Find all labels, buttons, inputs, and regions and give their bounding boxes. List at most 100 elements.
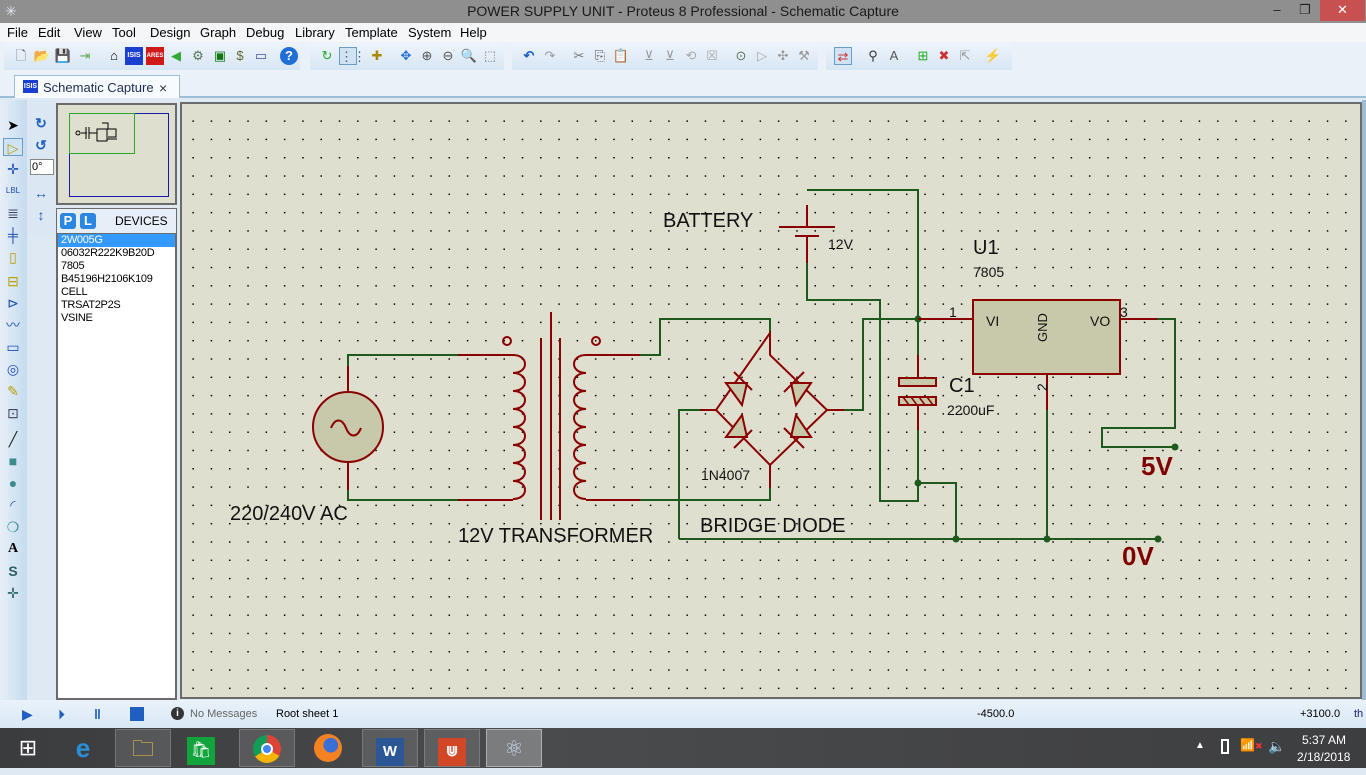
menu-help[interactable]: Help xyxy=(460,25,487,40)
library-manager-button[interactable]: L xyxy=(80,213,96,229)
wire-autorouter-icon[interactable]: ⇄ xyxy=(834,47,852,65)
component-mode-icon[interactable]: ▷ xyxy=(3,138,23,156)
acrobat-icon[interactable]: ⋓ xyxy=(438,738,466,766)
decompose-icon[interactable]: ⚒ xyxy=(795,47,813,65)
redo-icon[interactable]: ↷ xyxy=(541,47,559,65)
device-item[interactable]: VSINE xyxy=(58,312,175,325)
2d-path-icon[interactable]: ❍ xyxy=(3,518,23,536)
zoom-out-icon[interactable]: ⊖ xyxy=(439,47,457,65)
store-icon[interactable]: 🛍 xyxy=(187,737,215,765)
device-item[interactable]: TRSAT2P2S xyxy=(58,299,175,312)
2d-marker-icon[interactable]: ✛ xyxy=(3,584,23,602)
3d-viewer-icon[interactable]: ⚙ xyxy=(189,47,207,65)
menu-library[interactable]: Library xyxy=(295,25,335,40)
tab-schematic-capture[interactable]: ISIS Schematic Capture × xyxy=(14,75,180,98)
generator-mode-icon[interactable]: ◎ xyxy=(3,360,23,378)
search-tag-icon[interactable]: ⚲ xyxy=(864,47,882,65)
mirror-horizontal-icon[interactable]: ↔ xyxy=(31,184,51,202)
wire-label-mode-icon[interactable]: LBL xyxy=(3,182,23,200)
origin-icon[interactable]: ✚ xyxy=(368,47,386,65)
zoom-all-icon[interactable]: 🔍 xyxy=(460,47,478,65)
isis-icon[interactable]: ISIS xyxy=(125,47,143,65)
junction-dot-mode-icon[interactable]: ✛ xyxy=(3,160,23,178)
back-icon[interactable]: ◀ xyxy=(167,47,185,65)
menu-system[interactable]: System xyxy=(408,25,451,40)
cut-icon[interactable]: ✂ xyxy=(570,47,588,65)
design-explorer-icon[interactable]: ▭ xyxy=(252,47,270,65)
exit-to-parent-icon[interactable]: ⇱ xyxy=(956,47,974,65)
ac-source[interactable] xyxy=(312,366,384,490)
menu-view[interactable]: View xyxy=(74,25,102,40)
virtual-instruments-mode-icon[interactable]: ⊡ xyxy=(3,404,23,422)
text-script-mode-icon[interactable]: ≣ xyxy=(3,204,23,222)
undo-icon[interactable]: ↶ xyxy=(520,47,538,65)
voltage-probe-mode-icon[interactable]: ✎ xyxy=(3,382,23,400)
paste-icon[interactable]: 📋 xyxy=(612,47,630,65)
help-icon[interactable]: ? xyxy=(280,47,298,65)
menu-template[interactable]: Template xyxy=(345,25,398,40)
pick-devices-button[interactable]: P xyxy=(60,213,76,229)
block-delete-icon[interactable]: ☒ xyxy=(703,47,721,65)
clock-date[interactable]: 2/18/2018 xyxy=(1297,750,1350,764)
graph-mode-icon[interactable]: 〰 xyxy=(3,316,23,334)
2d-text-icon[interactable]: A xyxy=(3,540,23,558)
tab-close-icon[interactable]: × xyxy=(159,80,167,96)
block-move-icon[interactable]: ⊻ xyxy=(661,47,679,65)
home-icon[interactable]: ⌂ xyxy=(105,47,123,65)
device-item[interactable]: 2W005G xyxy=(58,234,175,247)
transformer[interactable] xyxy=(458,312,640,520)
maximize-button[interactable]: ❐ xyxy=(1290,0,1320,21)
clock-time[interactable]: 5:37 AM xyxy=(1302,733,1346,747)
electrical-rules-check-icon[interactable]: ⚡ xyxy=(984,47,1002,65)
unit-label[interactable]: th xyxy=(1354,708,1363,720)
capacitor-c1[interactable] xyxy=(898,355,937,430)
property-tool-icon[interactable]: A xyxy=(885,47,903,65)
firefox-icon[interactable] xyxy=(314,734,342,762)
tape-recorder-mode-icon[interactable]: ▭ xyxy=(3,338,23,356)
pick-device-icon[interactable]: ⊙ xyxy=(732,47,750,65)
schematic-canvas[interactable]: 220/240V AC 12V TRANSFORMER 1N4007 BRIDG… xyxy=(180,102,1362,699)
ares-icon[interactable]: ARES xyxy=(146,47,164,65)
device-item[interactable]: B45196H2106K109 xyxy=(58,273,175,286)
bridge-rectifier[interactable] xyxy=(700,329,844,488)
close-button[interactable]: ✕ xyxy=(1320,0,1365,21)
pause-button[interactable]: ‖ xyxy=(94,706,101,722)
save-icon[interactable]: 💾 xyxy=(54,47,72,65)
grid-icon[interactable]: ⋮⋮ xyxy=(339,47,366,65)
minimize-button[interactable]: – xyxy=(1262,0,1292,21)
terminals-mode-icon[interactable]: ⊟ xyxy=(3,272,23,290)
battery-icon[interactable] xyxy=(1221,739,1229,754)
menu-edit[interactable]: Edit xyxy=(38,25,60,40)
show-hidden-icons[interactable]: ▲ xyxy=(1195,740,1205,751)
pan-icon[interactable]: ✥ xyxy=(397,47,415,65)
menu-tool[interactable]: Tool xyxy=(112,25,136,40)
battery[interactable] xyxy=(779,205,835,263)
2d-line-icon[interactable]: ╱ xyxy=(3,430,23,448)
2d-arc-icon[interactable]: ◜ xyxy=(3,496,23,514)
selection-mode-icon[interactable]: ➤ xyxy=(3,116,23,134)
sub-circuit-mode-icon[interactable]: ▯ xyxy=(3,248,23,266)
proteus-taskbar-icon[interactable]: ⚛ xyxy=(486,729,542,767)
open-file-icon[interactable]: 📂 xyxy=(33,47,51,65)
network-icon[interactable]: 📶✖ xyxy=(1240,738,1263,752)
new-file-icon[interactable]: 🗋 xyxy=(12,47,30,65)
import-icon[interactable]: ⇥ xyxy=(76,47,94,65)
remove-sheet-icon[interactable]: ✖ xyxy=(935,47,953,65)
menu-file[interactable]: File xyxy=(7,25,28,40)
zoom-area-icon[interactable]: ⬚ xyxy=(481,47,499,65)
block-rotate-icon[interactable]: ⟲ xyxy=(682,47,700,65)
internet-explorer-icon[interactable]: e xyxy=(55,729,111,767)
play-button[interactable]: ▶ xyxy=(22,706,33,723)
gerber-icon[interactable]: ▣ xyxy=(211,47,229,65)
volume-icon[interactable]: 🔈 xyxy=(1268,738,1285,755)
file-explorer-icon[interactable]: 🗀 xyxy=(115,729,171,767)
device-item[interactable]: 7805 xyxy=(58,260,175,273)
start-button[interactable]: ⊞ xyxy=(0,729,56,767)
make-device-icon[interactable]: ▷ xyxy=(753,47,771,65)
device-item[interactable]: 06032R222K9B20D xyxy=(58,247,175,260)
buses-mode-icon[interactable]: ╪ xyxy=(3,226,23,244)
device-pins-mode-icon[interactable]: ⊳ xyxy=(3,294,23,312)
2d-symbol-icon[interactable]: S xyxy=(3,562,23,580)
copy-icon[interactable]: ⎘ xyxy=(591,47,609,65)
messages-status[interactable]: No Messages xyxy=(190,708,257,720)
